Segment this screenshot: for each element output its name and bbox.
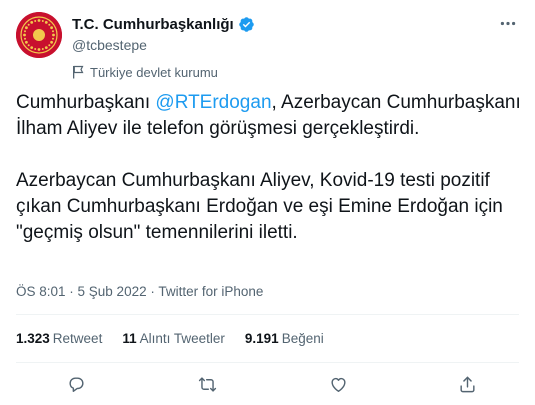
tweet-paragraph-2: Azerbaycan Cumhurbaşkanı Aliyev, Kovid-1… [16, 170, 503, 243]
divider [16, 314, 519, 315]
quotes-label: Alıntı Tweetler [139, 331, 225, 346]
tweet-text: Cumhurbaşkanı @RTErdogan, Azerbaycan Cum… [16, 90, 521, 246]
account-handle[interactable]: @tcbestepe [72, 35, 255, 55]
retweet-button[interactable] [195, 372, 219, 396]
divider [16, 362, 519, 363]
name-row: T.C. Cumhurbaşkanlığı [72, 14, 255, 34]
reply-button[interactable] [64, 372, 88, 396]
share-icon [459, 376, 475, 392]
action-bar [0, 370, 535, 398]
display-name[interactable]: T.C. Cumhurbaşkanlığı [72, 16, 234, 33]
reply-icon [68, 376, 84, 392]
quotes-count: 11 [122, 331, 137, 346]
tweet-text-prefix: Cumhurbaşkanı [16, 92, 156, 113]
retweets-label: Retweet [52, 331, 103, 346]
retweets-count: 1.323 [16, 331, 50, 346]
tweet-date[interactable]: 5 Şub 2022 [78, 284, 147, 299]
flag-icon [73, 65, 84, 79]
tweet-meta: ÖS 8:01 · 5 Şub 2022 · Twitter for iPhon… [16, 283, 263, 301]
likes-stat[interactable]: 9.191 Beğeni [245, 330, 324, 348]
government-label: Türkiye devlet kurumu [72, 63, 255, 81]
tweet-stats: 1.323 Retweet 11 Alıntı Tweetler 9.191 Beğe… [16, 330, 344, 348]
meta-separator-2: · [146, 284, 159, 299]
tweet-time[interactable]: ÖS 8:01 [16, 284, 66, 299]
share-button[interactable] [455, 372, 479, 396]
tweet-header: T.C. Cumhurbaşkanlığı @tcbestepe Türkiye… [16, 10, 519, 80]
verified-badge-icon [238, 16, 254, 32]
retweet-icon [198, 376, 216, 392]
tweet-paragraph-1: Cumhurbaşkanı @RTErdogan, Azerbaycan Cum… [16, 90, 521, 142]
more-icon [500, 21, 516, 25]
more-options-button[interactable] [497, 12, 519, 34]
tweet-card: T.C. Cumhurbaşkanlığı @tcbestepe Türkiye… [0, 0, 535, 405]
quotes-stat[interactable]: 11 Alıntı Tweetler [122, 330, 225, 348]
mention-link[interactable]: @RTErdogan [155, 92, 271, 113]
avatar[interactable] [16, 12, 62, 58]
like-icon [330, 377, 346, 392]
likes-count: 9.191 [244, 331, 279, 346]
like-button[interactable] [326, 372, 350, 396]
tweet-source[interactable]: Twitter for iPhone [158, 284, 263, 299]
presidential-seal-icon [16, 12, 62, 58]
account-identity: T.C. Cumhurbaşkanlığı @tcbestepe Türkiye… [72, 14, 255, 81]
retweets-stat[interactable]: 1.323 Retweet [16, 330, 102, 348]
meta-separator: · [65, 284, 78, 299]
government-label-text: Türkiye devlet kurumu [90, 64, 218, 80]
likes-label: Beğeni [281, 331, 324, 346]
